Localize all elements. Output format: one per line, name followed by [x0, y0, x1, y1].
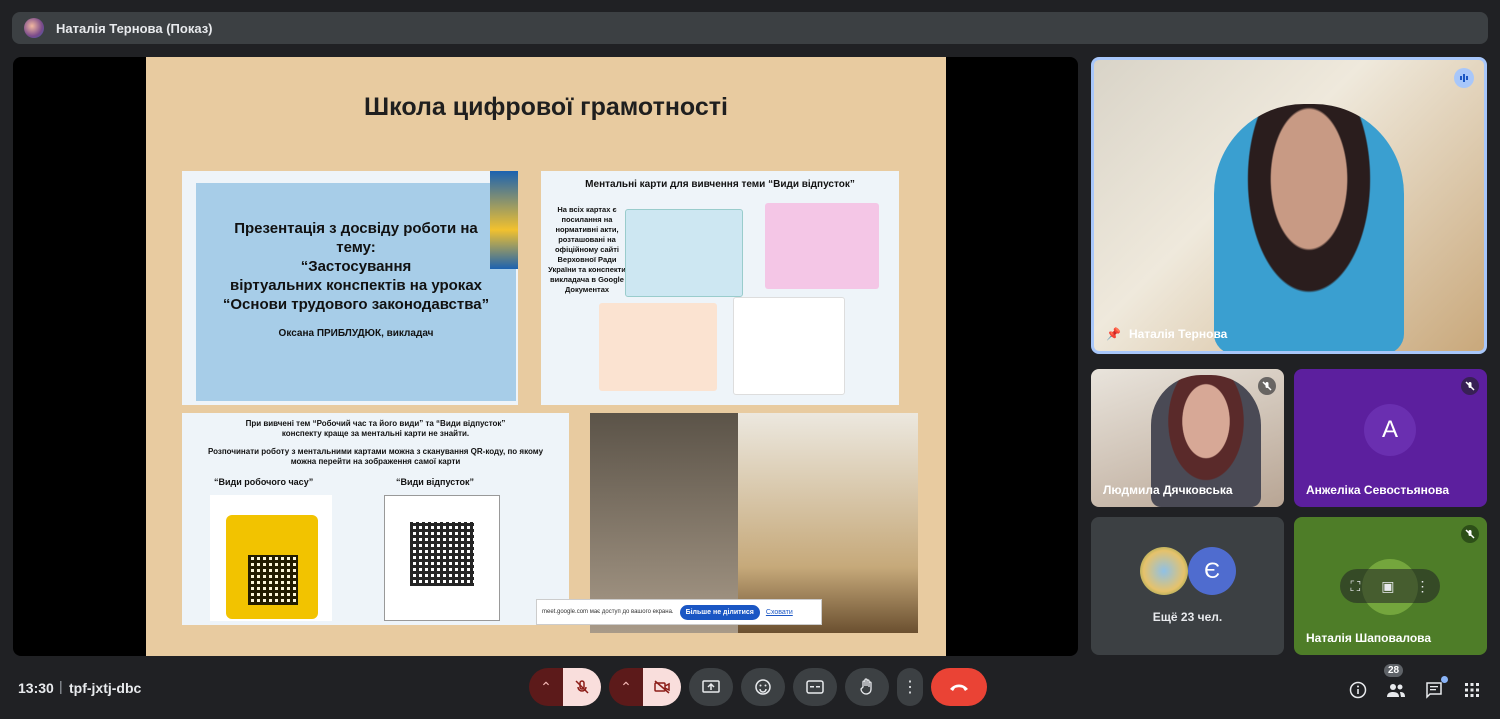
separator: |: [59, 678, 63, 694]
meeting-code: tpf-jxtj-dbc: [69, 680, 142, 696]
participant-name: 📌 Наталія Тернова: [1106, 327, 1227, 341]
mindmap-thumbnail: [625, 209, 743, 297]
intro-line: тему:: [336, 239, 376, 256]
screen-share-banner: meet.google.com має доступ до вашого екр…: [536, 599, 822, 625]
mindmaps-heading: Ментальні карти для вивчення теми “Види …: [585, 179, 855, 190]
share-banner-text: meet.google.com має доступ до вашого екр…: [542, 609, 674, 615]
camera-options-chevron-icon[interactable]: ⌃: [609, 668, 643, 706]
intro-line: віртуальних конспектів на уроках: [229, 277, 483, 294]
reactions-button[interactable]: [741, 668, 785, 706]
qr-label-vacations: “Види відпусток”: [396, 477, 475, 487]
intro-line: “Застосування: [300, 258, 412, 275]
college-logo: [490, 171, 518, 269]
clock: 13:30: [18, 680, 54, 696]
slide-panel-qr: При вивчені тем “Робочий час та його вид…: [182, 413, 569, 625]
apron-image: [210, 495, 332, 621]
slide-panel-mindmaps: Ментальні карти для вивчення теми “Види …: [541, 171, 899, 405]
bottom-bar: 13:30 | tpf-jxtj-dbc ⌃ ⌃ ⋮ 28: [0, 656, 1500, 719]
participant-tile[interactable]: А Анжеліка Севостьянова: [1294, 369, 1487, 507]
qr-code: [410, 522, 474, 586]
participant-name-text: Наталія Тернова: [1128, 327, 1228, 341]
fullscreen-icon[interactable]: ⛶: [1350, 578, 1360, 595]
participant-avatar: А: [1364, 404, 1416, 456]
speaking-indicator-icon: [1454, 68, 1474, 88]
participant-name: Анжеліка Севостьянова: [1306, 483, 1450, 497]
shared-screen: Школа цифрової грамотності Презентація з…: [13, 57, 1078, 656]
mic-control-group: ⌃: [529, 668, 601, 706]
participant-tile[interactable]: ⛶ ▣ ⋮ Наталія Шаповалова: [1294, 517, 1487, 655]
mic-off-button[interactable]: [563, 668, 601, 706]
add-to-screen-icon[interactable]: ▣: [1381, 578, 1394, 595]
participant-video: [1214, 104, 1404, 351]
participant-avatar: Є: [1188, 547, 1236, 595]
mindmaps-note: На всіх картах є посилання на нормативні…: [548, 205, 626, 294]
participant-tile-main[interactable]: 📌 Наталія Тернова: [1091, 57, 1487, 354]
mic-options-chevron-icon[interactable]: ⌃: [529, 668, 563, 706]
presenter-avatar: [24, 18, 44, 38]
mindmap-thumbnail: [765, 203, 879, 289]
qr-text: Розпочинати роботу з ментальними картами…: [207, 447, 544, 456]
more-participants-tile[interactable]: Є Ещё 23 чел.: [1091, 517, 1284, 655]
pin-icon: 📌: [1106, 327, 1121, 341]
leave-call-button[interactable]: [931, 668, 987, 706]
unread-dot: [1441, 676, 1448, 683]
mic-off-icon: [1258, 377, 1276, 395]
tile-controls: ⛶ ▣ ⋮: [1340, 569, 1440, 603]
qr-code: [248, 555, 298, 605]
slide-panel-intro: Презентація з досвіду роботи на тему: “З…: [182, 171, 518, 405]
meeting-info-icon[interactable]: [1348, 680, 1368, 700]
raise-hand-button[interactable]: [845, 668, 889, 706]
mindmap-thumbnail: [599, 303, 717, 391]
qr-label-worktime: “Види робочого часу”: [214, 477, 314, 487]
participant-avatar: [1140, 547, 1188, 595]
qr-text: конспекту краще за ментальні карти не зн…: [281, 429, 470, 438]
stop-sharing-button[interactable]: Більше не ділитися: [679, 604, 760, 620]
participant-name: Людмила Дячковська: [1103, 483, 1233, 497]
hide-banner-link[interactable]: Сховати: [766, 609, 793, 616]
mindmap-thumbnail: [733, 297, 845, 395]
presenter-bar: Наталія Тернова (Показ): [12, 12, 1488, 44]
mic-off-icon: [1461, 377, 1479, 395]
camera-off-button[interactable]: [643, 668, 681, 706]
more-options-icon[interactable]: ⋮: [1416, 578, 1430, 595]
participant-name: Наталія Шаповалова: [1306, 631, 1432, 645]
more-options-button[interactable]: ⋮: [897, 668, 923, 706]
presentation-slide: Школа цифрової грамотності Презентація з…: [146, 57, 946, 656]
chat-icon[interactable]: [1424, 676, 1448, 700]
camera-control-group: ⌃: [609, 668, 681, 706]
more-participants-label: Ещё 23 чел.: [1152, 610, 1223, 624]
mic-off-icon: [1461, 525, 1479, 543]
call-controls: ⌃ ⌃ ⋮: [529, 668, 987, 706]
slide-title: Школа цифрової грамотності: [364, 93, 728, 121]
intro-box: Презентація з досвіду роботи на тему: “З…: [196, 183, 516, 401]
qr-card: [384, 495, 500, 621]
activities-grid-icon[interactable]: [1462, 680, 1482, 700]
intro-author: Оксана ПРИБЛУДЮК, викладач: [278, 328, 434, 339]
meeting-tools: 28: [1348, 664, 1482, 700]
intro-line: “Основи трудового законодавства”: [222, 296, 490, 313]
participants-count-badge: 28: [1384, 664, 1404, 677]
qr-text: При вивчені тем “Робочий час та його вид…: [245, 419, 506, 428]
intro-line: Презентація з досвіду роботи на: [234, 220, 478, 237]
qr-text: можна перейти на зображення самої карти: [290, 457, 461, 466]
captions-button[interactable]: [793, 668, 837, 706]
people-icon[interactable]: 28: [1384, 664, 1406, 700]
present-screen-button[interactable]: [689, 668, 733, 706]
participant-tile[interactable]: Людмила Дячковська: [1091, 369, 1284, 507]
presenter-label: Наталія Тернова (Показ): [56, 20, 213, 36]
